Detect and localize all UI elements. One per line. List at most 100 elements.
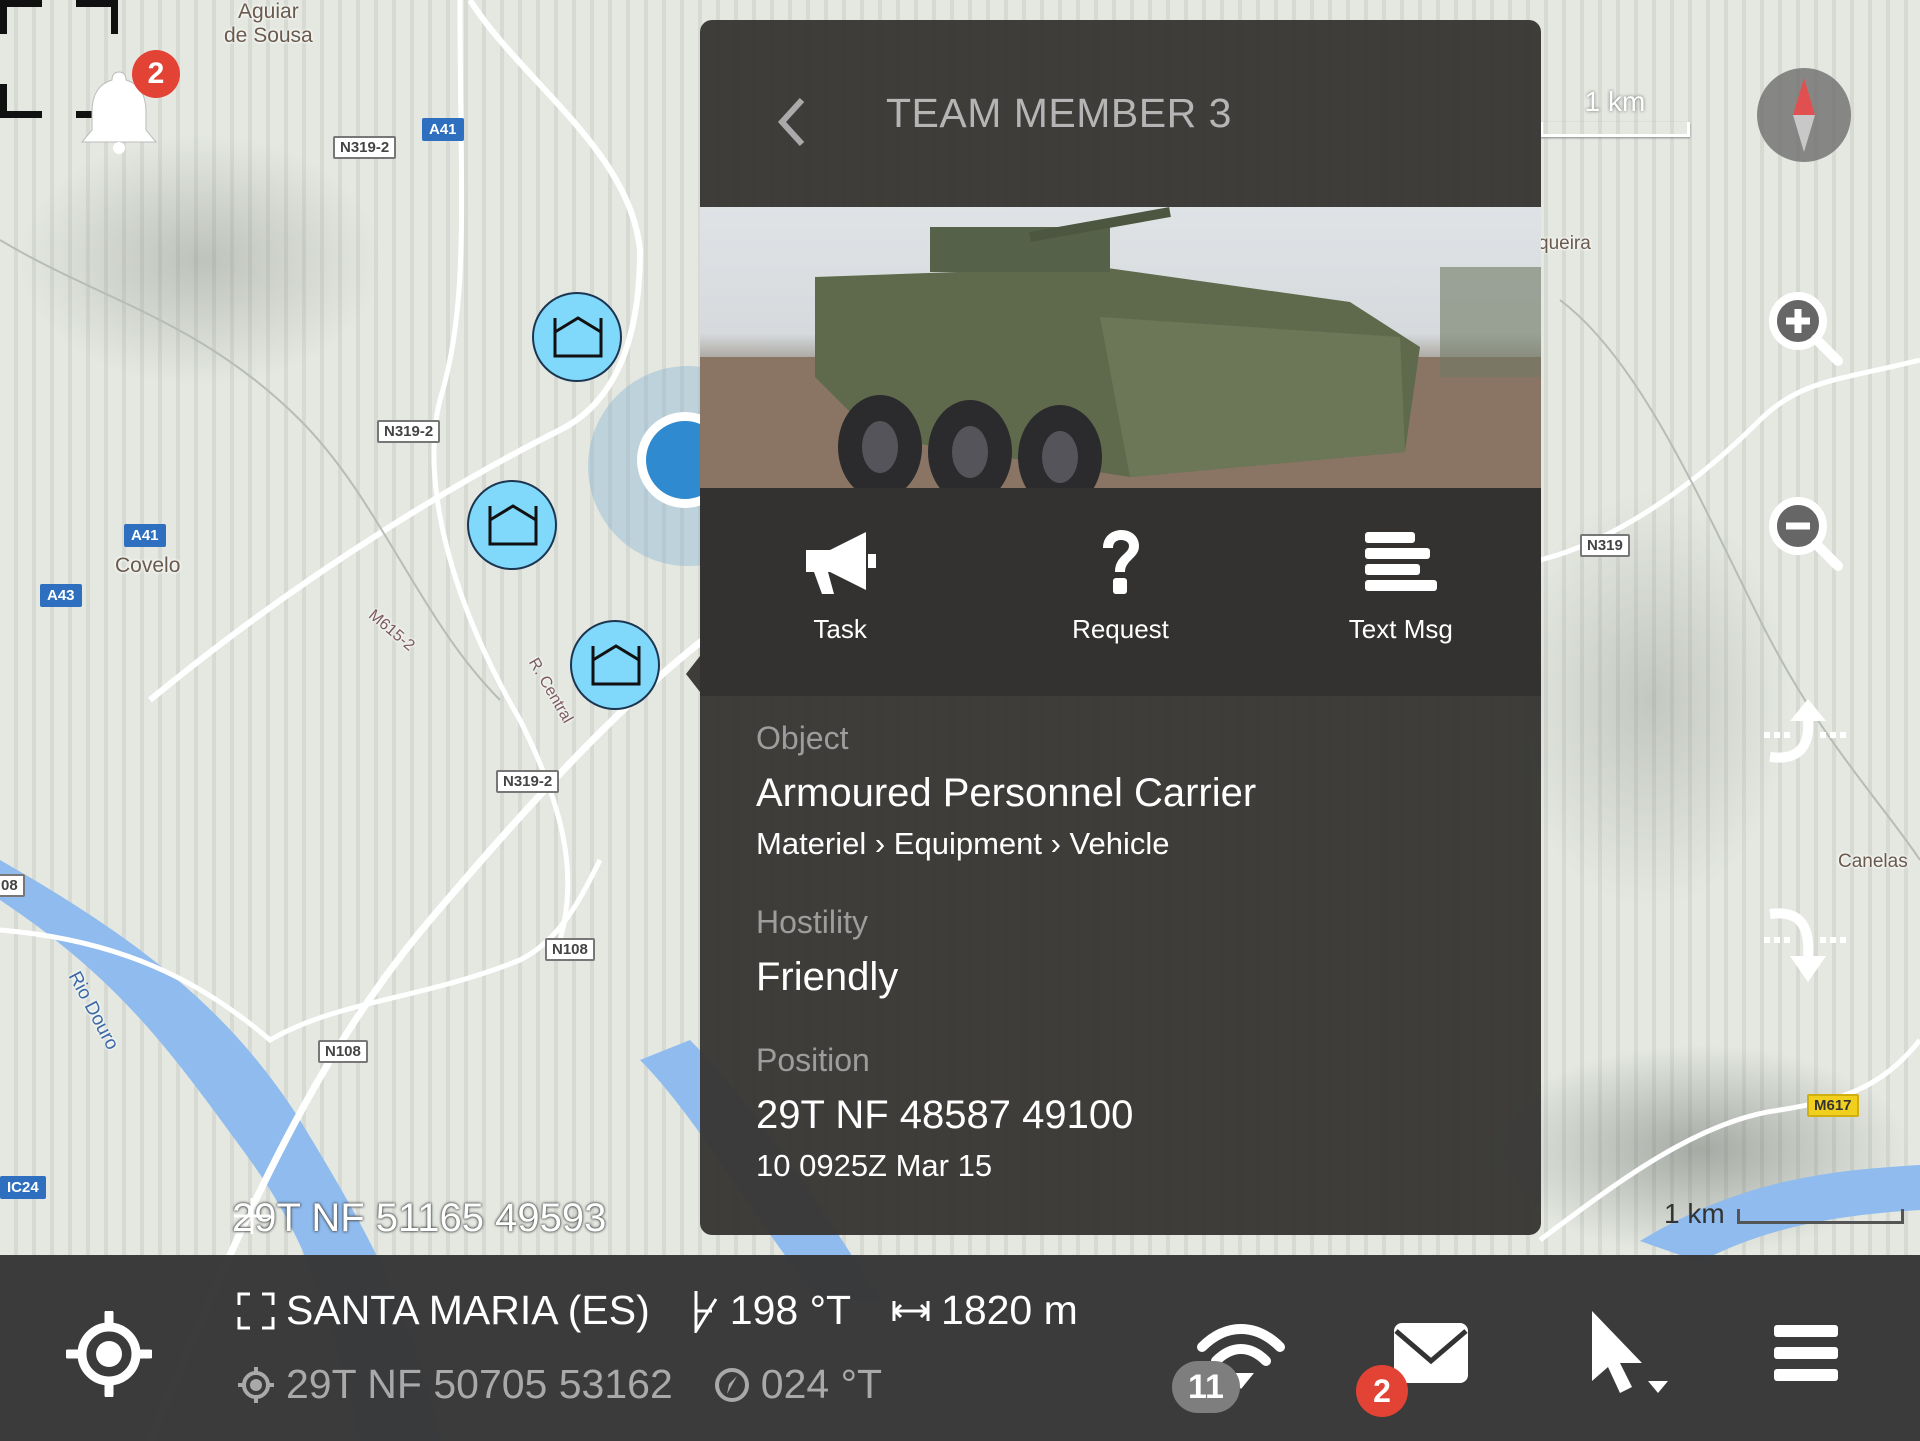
megaphone-icon bbox=[806, 532, 877, 594]
panel-title: TEAM MEMBER 3 bbox=[886, 90, 1232, 136]
road-label: N319-2 bbox=[496, 770, 560, 793]
object-section: Object Armoured Personnel Carrier Materi… bbox=[756, 720, 1501, 862]
map-scale-bottom: 1 km bbox=[1664, 1198, 1904, 1230]
road-label: 08 bbox=[0, 874, 25, 897]
road-label: A43 bbox=[40, 584, 82, 607]
hamburger-menu-icon bbox=[1774, 1325, 1838, 1381]
road-label: A41 bbox=[422, 118, 464, 141]
unread-messages-badge: 2 bbox=[1356, 1365, 1408, 1417]
pointer-mode-button[interactable] bbox=[1588, 1309, 1678, 1404]
target-name[interactable]: SANTA MARIA (ES) bbox=[236, 1287, 650, 1334]
request-label: Request bbox=[1072, 614, 1169, 644]
zoom-out-button[interactable] bbox=[1760, 490, 1850, 580]
map-place-label: Aguiar bbox=[238, 0, 299, 23]
distance: 1820 m bbox=[891, 1287, 1078, 1334]
heading-compass-icon bbox=[714, 1367, 749, 1402]
notification-count-badge: 2 bbox=[132, 50, 180, 98]
distance-value: 1820 m bbox=[941, 1287, 1078, 1333]
cursor-arrow-icon bbox=[1592, 1311, 1668, 1393]
contour-line bbox=[0, 239, 501, 701]
zoom-in-button[interactable] bbox=[1760, 285, 1850, 375]
vehicle-photo bbox=[700, 207, 1541, 488]
action-bar: Task Request Text Msg bbox=[700, 488, 1541, 696]
text-lines-icon bbox=[1364, 532, 1437, 591]
road-label: N108 bbox=[318, 1040, 368, 1063]
unit-detail-panel: TEAM MEMBER 3 Task Request Text Msg Obje… bbox=[686, 20, 1541, 1235]
gps-target-icon bbox=[63, 1308, 155, 1400]
road-label: A41 bbox=[124, 524, 166, 547]
panel-header: TEAM MEMBER 3 bbox=[700, 20, 1541, 207]
map-place-label: Covelo bbox=[115, 554, 181, 577]
bearing: 198 °T bbox=[690, 1287, 851, 1334]
question-icon bbox=[1103, 530, 1140, 594]
target-bracket-icon bbox=[237, 1292, 275, 1329]
scale-label: 1 km bbox=[1664, 1198, 1725, 1229]
road-n319 bbox=[1539, 357, 1920, 563]
layer-up-button[interactable] bbox=[1760, 695, 1850, 785]
cursor-coordinate-value: 29T NF 51165 49593 bbox=[232, 1196, 607, 1240]
selected-unit-marker[interactable] bbox=[570, 620, 660, 710]
map-place-label: queira bbox=[1538, 233, 1591, 254]
heading-value: 024 °T bbox=[760, 1361, 883, 1407]
chevron-left-icon bbox=[777, 97, 805, 147]
messages-button[interactable]: 2 bbox=[1356, 1321, 1470, 1417]
task-button[interactable]: Task bbox=[700, 488, 980, 696]
compass-button[interactable] bbox=[1757, 68, 1851, 162]
network-peer-count-badge: 11 bbox=[1172, 1361, 1240, 1413]
layer-up-arrow-icon bbox=[1764, 699, 1846, 763]
distance-arrows-icon bbox=[892, 1300, 930, 1321]
road-label: N319-2 bbox=[377, 420, 441, 443]
object-category-path: Materiel › Equipment › Vehicle bbox=[756, 826, 1170, 861]
position-label: Position bbox=[756, 1042, 870, 1078]
heading: 024 °T bbox=[713, 1361, 882, 1408]
road-label: IC24 bbox=[0, 1176, 46, 1199]
scale-bar bbox=[1540, 122, 1690, 137]
target-info-row: SANTA MARIA (ES) 198 °T 1820 m bbox=[236, 1287, 1118, 1334]
building-icon bbox=[488, 504, 538, 546]
bearing-value: 198 °T bbox=[729, 1287, 852, 1333]
network-button[interactable]: 11 bbox=[1172, 1317, 1286, 1413]
contour-line bbox=[1559, 299, 1920, 861]
hostility-section: Hostility Friendly bbox=[756, 904, 1501, 1000]
hostility-label: Hostility bbox=[756, 904, 869, 940]
compass-needle-icon bbox=[1793, 78, 1815, 152]
envelope-icon bbox=[1394, 1323, 1468, 1383]
scale-label: 1 km bbox=[1584, 86, 1646, 117]
back-button[interactable] bbox=[772, 92, 812, 152]
text-msg-label: Text Msg bbox=[1348, 614, 1453, 644]
object-label: Object bbox=[756, 720, 849, 756]
crosshair-icon bbox=[234, 1198, 270, 1234]
road-secondary bbox=[431, 0, 571, 941]
zoom-out-icon bbox=[1769, 497, 1843, 571]
unit-details: Object Armoured Personnel Carrier Materi… bbox=[756, 720, 1501, 1226]
cursor-coordinate-readout: 29T NF 51165 49593 bbox=[232, 1196, 606, 1241]
apc-vehicle-image bbox=[700, 207, 1541, 488]
scale-bar bbox=[1736, 1209, 1904, 1224]
status-bar: SANTA MARIA (ES) 198 °T 1820 m 29T NF 50… bbox=[0, 1255, 1920, 1441]
road-label: N319-2 bbox=[333, 136, 397, 159]
map-place-label: Canelas bbox=[1838, 851, 1908, 872]
dropdown-caret-icon bbox=[1648, 1381, 1668, 1393]
position-timestamp: 10 0925Z Mar 15 bbox=[756, 1148, 993, 1183]
bearing-angle-icon bbox=[694, 1290, 718, 1333]
request-button[interactable]: Request bbox=[980, 488, 1260, 696]
layer-down-arrow-icon bbox=[1764, 908, 1846, 982]
hostility-value: Friendly bbox=[756, 955, 899, 999]
zoom-in-icon bbox=[1769, 292, 1843, 366]
own-position: 29T NF 50705 53162 bbox=[236, 1361, 673, 1408]
layer-down-button[interactable] bbox=[1760, 900, 1850, 990]
locate-me-button[interactable] bbox=[63, 1308, 155, 1402]
map-place-label: de Sousa bbox=[224, 24, 313, 47]
text-msg-button[interactable]: Text Msg bbox=[1261, 488, 1541, 696]
road-label: N319 bbox=[1580, 534, 1630, 557]
own-position-value: 29T NF 50705 53162 bbox=[286, 1361, 673, 1407]
building-icon bbox=[553, 316, 603, 358]
task-label: Task bbox=[813, 614, 867, 644]
own-location-icon bbox=[238, 1366, 274, 1403]
main-menu-button[interactable] bbox=[1772, 1323, 1840, 1388]
target-name-value: SANTA MARIA (ES) bbox=[286, 1287, 650, 1333]
friendly-unit-marker[interactable] bbox=[467, 480, 557, 570]
panel-pointer bbox=[686, 656, 700, 692]
friendly-unit-marker[interactable] bbox=[532, 292, 622, 382]
road-label: N108 bbox=[545, 938, 595, 961]
